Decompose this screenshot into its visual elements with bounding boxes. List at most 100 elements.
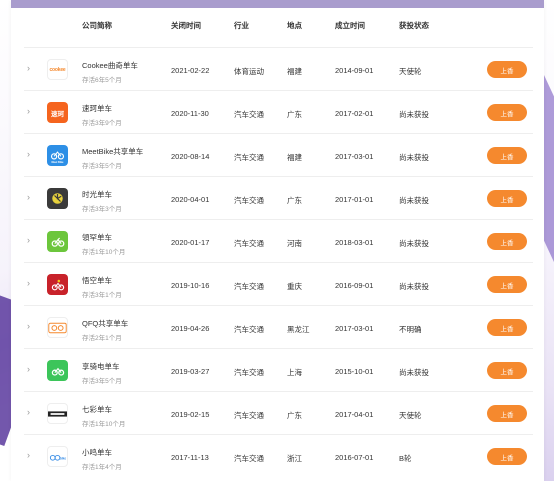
closed-date: 2017-11-13 — [171, 453, 209, 462]
incense-button[interactable]: 上香 — [487, 233, 527, 250]
closed-date: 2019-02-15 — [171, 410, 210, 419]
company-name[interactable]: 速珂单车 — [82, 103, 112, 114]
table-row[interactable]: › 速珂 速珂单车 存活3年9个月 2020-11-30 汽车交通 广东 201… — [24, 90, 533, 133]
company-name[interactable]: QFQ共享单车 — [82, 318, 128, 329]
location: 广东 — [287, 110, 302, 119]
closed-date: 2020-08-14 — [171, 152, 210, 161]
survival-duration: 存活1年10个月 — [82, 421, 126, 428]
closed-date: 2019-03-27 — [171, 367, 210, 376]
funding-status: 尚未获投 — [399, 110, 429, 119]
funding-status: 尚未获投 — [399, 153, 429, 162]
location: 上海 — [287, 368, 302, 377]
chevron-right-icon[interactable]: › — [27, 407, 30, 417]
company-name[interactable]: 小鸣单车 — [82, 447, 112, 458]
table-row[interactable]: › bike 小鸣单车 存活1年4个月 2017-11-13 汽车交通 浙江 2… — [24, 434, 533, 477]
industry: 汽车交通 — [234, 239, 264, 248]
incense-button[interactable]: 上香 — [487, 147, 527, 164]
company-name[interactable]: MeetBike共享单车 — [82, 146, 143, 157]
industry: 汽车交通 — [234, 325, 264, 334]
svg-text:Meet Bike: Meet Bike — [52, 160, 64, 164]
location: 广东 — [287, 196, 302, 205]
chevron-right-icon[interactable]: › — [27, 321, 30, 331]
closed-date: 2020-01-17 — [171, 238, 210, 247]
founded-date: 2018-03-01 — [335, 238, 374, 247]
chevron-right-icon[interactable]: › — [27, 63, 30, 73]
qicai-logo-icon — [47, 403, 68, 424]
incense-button[interactable]: 上香 — [487, 405, 527, 422]
survival-duration: 存活1年10个月 — [82, 249, 126, 256]
survival-duration: 存活3年9个月 — [82, 120, 122, 127]
table-row[interactable]: › Meet Bike MeetBike共享单车 存活3年5个月 2020-08… — [24, 133, 533, 176]
survival-duration: 存活3年3个月 — [82, 206, 122, 213]
founded-date: 2016-09-01 — [335, 281, 374, 290]
funding-status: 天使轮 — [399, 411, 422, 420]
incense-button[interactable]: 上香 — [487, 61, 527, 78]
table-body: › cookee Cookee曲奇单车 存活6年5个月 2021-02-22 体… — [24, 47, 533, 477]
suke-logo-icon: 速珂 — [47, 102, 68, 123]
incense-button[interactable]: 上香 — [487, 319, 527, 336]
founded-date: 2015-10-01 — [335, 367, 374, 376]
table-row[interactable]: › 領罕单车 存活1年10个月 2020-01-17 汽车交通 河南 2018-… — [24, 219, 533, 262]
chevron-right-icon[interactable]: › — [27, 364, 30, 374]
header-company: 公司简称 — [82, 21, 112, 30]
funding-status: B轮 — [399, 454, 412, 463]
incense-button[interactable]: 上香 — [487, 190, 527, 207]
location: 广东 — [287, 411, 302, 420]
funding-status: 尚未获投 — [399, 196, 429, 205]
closed-date: 2020-04-01 — [171, 195, 210, 204]
table-row[interactable]: › QFQ共享单车 存活2年1个月 2019-04-26 汽车交通 黑龙江 20… — [24, 305, 533, 348]
location: 福建 — [287, 67, 302, 76]
industry: 汽车交通 — [234, 196, 264, 205]
incense-button[interactable]: 上香 — [487, 276, 527, 293]
closed-date: 2021-02-22 — [171, 66, 210, 75]
founded-date: 2017-03-01 — [335, 324, 374, 333]
survival-duration: 存活1年4个月 — [82, 464, 122, 471]
company-name[interactable]: 时光单车 — [82, 189, 112, 200]
funding-status: 不明确 — [399, 325, 422, 334]
table-row[interactable]: › 七彩单车 存活1年10个月 2019-02-15 汽车交通 广东 2017-… — [24, 391, 533, 434]
incense-button[interactable]: 上香 — [487, 448, 527, 465]
funding-status: 尚未获投 — [399, 282, 429, 291]
qfq-logo-icon — [47, 317, 68, 338]
company-name[interactable]: 七彩单车 — [82, 404, 112, 415]
chevron-right-icon[interactable]: › — [27, 235, 30, 245]
chevron-right-icon[interactable]: › — [27, 278, 30, 288]
table-row[interactable]: › 时光单车 存活3年3个月 2020-04-01 汽车交通 广东 2017-0… — [24, 176, 533, 219]
svg-text:bike: bike — [60, 456, 67, 460]
founded-date: 2014-09-01 — [335, 66, 374, 75]
founded-date: 2017-03-01 — [335, 152, 374, 161]
company-name[interactable]: 享骑电单车 — [82, 361, 120, 372]
company-name[interactable]: 領罕单车 — [82, 232, 112, 243]
survival-duration: 存活6年5个月 — [82, 77, 122, 84]
chevron-right-icon[interactable]: › — [27, 192, 30, 202]
header-location: 地点 — [287, 21, 302, 30]
table-row[interactable]: › 悟空单车 存活3年1个月 2019-10-16 汽车交通 重庆 2016-0… — [24, 262, 533, 305]
chevron-right-icon[interactable]: › — [27, 149, 30, 159]
industry: 汽车交通 — [234, 110, 264, 119]
funding-status: 尚未获投 — [399, 368, 429, 377]
header-funding: 获投状态 — [399, 21, 429, 30]
table-row[interactable]: › cookee Cookee曲奇单车 存活6年5个月 2021-02-22 体… — [24, 47, 533, 90]
industry: 体育运动 — [234, 67, 264, 76]
header-industry: 行业 — [234, 21, 249, 30]
closed-date: 2020-11-30 — [171, 109, 209, 118]
location: 福建 — [287, 153, 302, 162]
location: 黑龙江 — [287, 325, 310, 334]
incense-button[interactable]: 上香 — [487, 104, 527, 121]
industry: 汽车交通 — [234, 411, 264, 420]
founded-date: 2017-01-01 — [335, 195, 374, 204]
location: 河南 — [287, 239, 302, 248]
table-row[interactable]: › 享骑电单车 存活3年5个月 2019-03-27 汽车交通 上海 2015-… — [24, 348, 533, 391]
industry: 汽车交通 — [234, 454, 264, 463]
founded-date: 2016-07-01 — [335, 453, 374, 462]
company-name[interactable]: Cookee曲奇单车 — [82, 60, 138, 71]
header-founded: 成立时间 — [335, 21, 365, 30]
chevron-right-icon[interactable]: › — [27, 450, 30, 460]
industry: 汽车交通 — [234, 368, 264, 377]
industry: 汽车交通 — [234, 282, 264, 291]
incense-button[interactable]: 上香 — [487, 362, 527, 379]
survival-duration: 存活3年5个月 — [82, 378, 122, 385]
chevron-right-icon[interactable]: › — [27, 106, 30, 116]
cookee-logo-icon: cookee — [47, 59, 68, 80]
company-name[interactable]: 悟空单车 — [82, 275, 112, 286]
